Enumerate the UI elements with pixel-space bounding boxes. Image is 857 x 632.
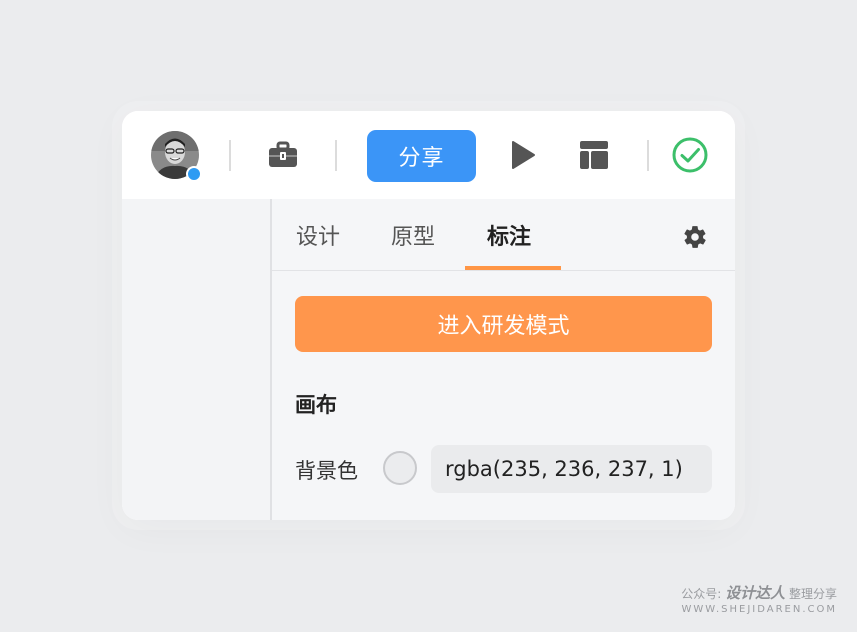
watermark: 公众号: 设计达人 整理分享 WWW.SHEJIDAREN.COM xyxy=(681,582,837,615)
bg-color-swatch[interactable] xyxy=(383,451,417,485)
bg-color-value-field[interactable]: rgba(235, 236, 237, 1) xyxy=(431,445,712,493)
save-status-button[interactable] xyxy=(672,137,708,173)
layout-icon xyxy=(580,141,608,169)
settings-button[interactable] xyxy=(682,224,708,250)
watermark-suffix: 整理分享 xyxy=(788,587,837,601)
preview-button[interactable] xyxy=(505,137,541,173)
watermark-prefix: 公众号: xyxy=(681,587,722,601)
section-title-canvas: 画布 xyxy=(295,393,337,417)
panel-tabs: 设计 原型 标注 xyxy=(272,199,735,271)
toolbar: 分享 xyxy=(122,111,735,199)
tab-prototype[interactable]: 原型 xyxy=(391,219,435,251)
online-status-dot xyxy=(186,166,202,182)
watermark-line: 公众号: 设计达人 整理分享 xyxy=(681,582,837,603)
canvas-area xyxy=(122,199,270,520)
tab-annotation[interactable]: 标注 xyxy=(487,219,531,251)
briefcase-icon xyxy=(269,141,297,167)
share-button[interactable]: 分享 xyxy=(367,130,476,182)
active-tab-indicator xyxy=(465,266,561,270)
tab-design[interactable]: 设计 xyxy=(296,219,340,251)
toolbar-divider xyxy=(335,140,337,171)
watermark-url: WWW.SHEJIDAREN.COM xyxy=(681,604,837,615)
watermark-brand: 设计达人 xyxy=(725,584,786,602)
toolbar-divider xyxy=(229,140,231,171)
inspector-panel: 设计 原型 标注 进入研发模式 画布 背景色 rgba(235, 236, 23… xyxy=(270,199,735,520)
bg-color-label: 背景色 xyxy=(295,459,358,483)
layout-button[interactable] xyxy=(576,137,612,173)
plugin-card: 分享 设计 原型 标注 进入研发模式 画布 背景色 rgba(235, 236,… xyxy=(122,111,735,520)
enter-dev-mode-button[interactable]: 进入研发模式 xyxy=(295,296,712,352)
play-icon xyxy=(512,141,535,169)
briefcase-button[interactable] xyxy=(265,137,301,173)
gear-icon xyxy=(684,226,706,248)
check-circle-icon xyxy=(672,137,708,173)
toolbar-divider xyxy=(647,140,649,171)
